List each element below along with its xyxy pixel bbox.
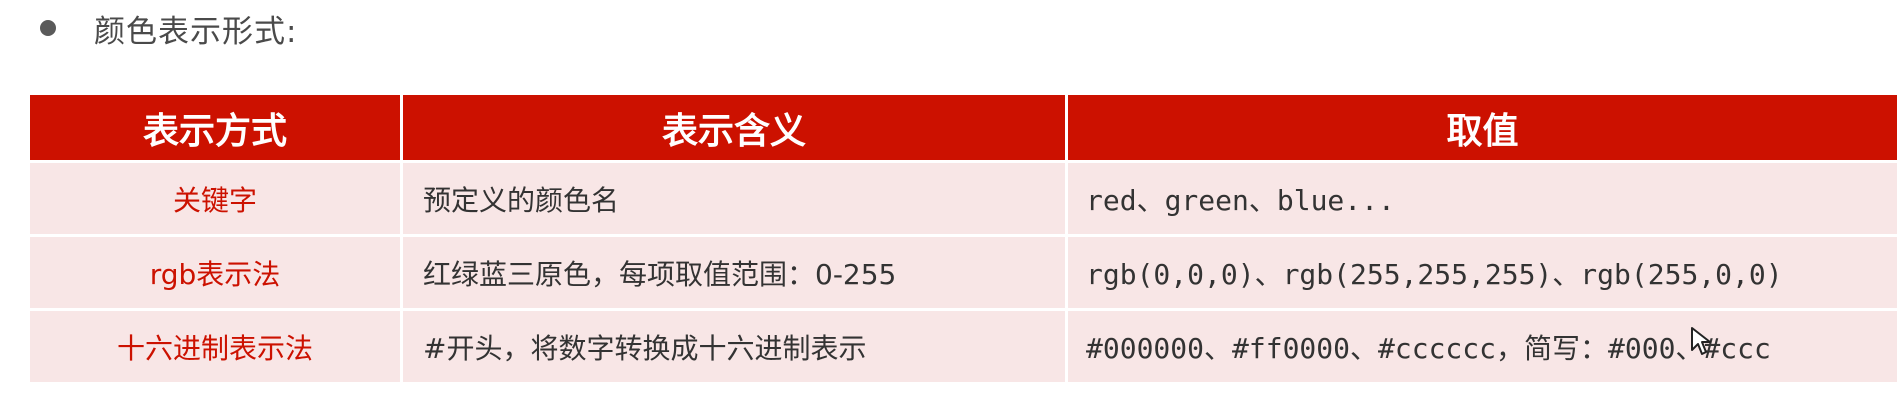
table-row: 关键字 预定义的颜色名 red、green、blue... <box>30 160 1897 234</box>
heading-text: 颜色表示形式: <box>94 13 298 50</box>
cell-method: 关键字 <box>30 160 403 234</box>
bullet-dot-icon <box>40 20 56 36</box>
cell-method: 十六进制表示法 <box>30 308 403 382</box>
color-format-table: 表示方式 表示含义 取值 关键字 预定义的颜色名 red、green、blue.… <box>30 95 1897 382</box>
cell-value: red、green、blue... <box>1068 160 1897 234</box>
cell-value: #000000、#ff0000、#cccccc，简写：#000、#ccc <box>1068 308 1897 382</box>
table-row: rgb表示法 红绿蓝三原色，每项取值范围：0-255 rgb(0,0,0)、rg… <box>30 234 1897 308</box>
table-row: 十六进制表示法 #开头，将数字转换成十六进制表示 #000000、#ff0000… <box>30 308 1897 382</box>
cell-value: rgb(0,0,0)、rgb(255,255,255)、rgb(255,0,0) <box>1068 234 1897 308</box>
cell-meaning: 红绿蓝三原色，每项取值范围：0-255 <box>403 234 1068 308</box>
table-header-row: 表示方式 表示含义 取值 <box>30 95 1897 160</box>
section-heading: 颜色表示形式: <box>40 0 297 56</box>
header-meaning: 表示含义 <box>403 95 1068 160</box>
cell-method: rgb表示法 <box>30 234 403 308</box>
header-value: 取值 <box>1068 95 1897 160</box>
mouse-cursor-icon <box>1691 327 1711 355</box>
cell-meaning: #开头，将数字转换成十六进制表示 <box>403 308 1068 382</box>
header-method: 表示方式 <box>30 95 403 160</box>
cell-meaning: 预定义的颜色名 <box>403 160 1068 234</box>
